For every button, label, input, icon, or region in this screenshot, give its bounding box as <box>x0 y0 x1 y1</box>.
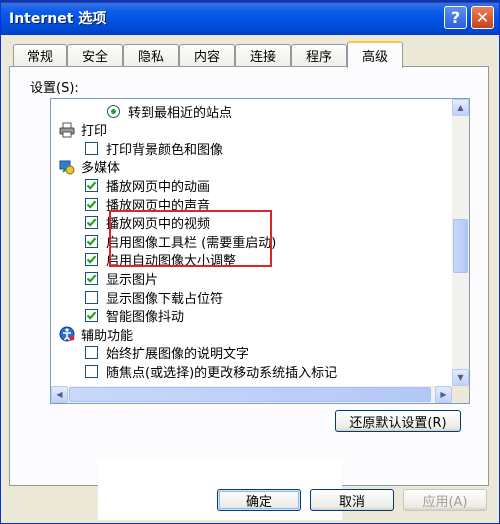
settings-list[interactable]: 转到最相近的站点打印打印背景颜色和图像多媒体播放网页中的动画 播放网页中的声音 播放… <box>50 98 470 404</box>
checkbox-checked[interactable] <box>85 216 98 230</box>
check-mark-icon <box>86 274 97 283</box>
scroll-left-button[interactable]: ◀ <box>51 386 68 403</box>
setting-label: 打印 <box>81 124 108 140</box>
restore-defaults-button[interactable]: 还原默认设置(R) <box>335 410 461 432</box>
vertical-scrollbar[interactable]: ▲ ▼ <box>452 99 469 386</box>
category-printer: 打印 <box>59 121 107 139</box>
close-button[interactable]: ✕ <box>471 6 494 29</box>
checkbox-unchecked[interactable] <box>85 141 98 155</box>
checkbox-unchecked[interactable] <box>85 346 98 360</box>
tab-content[interactable]: 内容 <box>179 44 235 66</box>
radio-button[interactable] <box>107 104 120 118</box>
vertical-scroll-thumb[interactable] <box>453 219 468 273</box>
scroll-right-button[interactable]: ▶ <box>435 386 452 403</box>
setting-radio[interactable]: 转到最相近的站点 <box>107 102 233 121</box>
advanced-panel: 设置(S): 转到最相近的站点打印打印背景颜色和图像多媒体播放网页中的动画 播放网… <box>9 66 489 520</box>
checkbox-unchecked[interactable] <box>85 364 98 378</box>
setting-label: 多媒体 <box>81 161 121 177</box>
setting-label: 显示图片 <box>106 272 159 288</box>
setting-checkbox-row[interactable]: 打印背景颜色和图像 <box>85 139 224 158</box>
ok-button[interactable]: 确定 <box>217 489 301 511</box>
help-button[interactable]: ? <box>444 6 467 29</box>
checkbox-checked[interactable] <box>85 309 98 323</box>
scroll-down-button[interactable]: ▼ <box>452 369 469 386</box>
accessibility-icon <box>59 326 75 342</box>
title-bar[interactable]: Internet 选项 ? ✕ <box>1 1 499 35</box>
check-mark-icon <box>86 255 97 265</box>
setting-label: 播放网页中的视频 <box>106 217 211 233</box>
apply-button[interactable]: 应用(A) <box>403 489 487 511</box>
help-icon: ? <box>450 8 461 27</box>
check-mark-icon <box>86 199 97 209</box>
tab-strip: 常规 安全 隐私 内容 连接 程序 高级 <box>9 41 489 68</box>
setting-checkbox-row[interactable]: 启用图像工具栏 (需要重启动) <box>85 232 277 251</box>
check-mark-icon <box>86 181 97 190</box>
setting-label: 启用自动图像大小调整 <box>106 254 237 270</box>
arrow-up-icon: ▲ <box>457 103 464 112</box>
horizontal-scrollbar[interactable]: ◀ ▶ <box>51 386 452 403</box>
setting-checkbox-row[interactable]: 播放网页中的动画 <box>85 176 211 195</box>
arrow-right-icon: ▶ <box>440 390 447 399</box>
setting-label: 打印背景颜色和图像 <box>106 142 224 158</box>
tab-security[interactable]: 安全 <box>67 44 123 66</box>
horizontal-scroll-thumb[interactable] <box>69 387 431 402</box>
category-accessibility: 辅助功能 <box>59 325 134 344</box>
tab-advanced[interactable]: 高级 <box>347 41 403 68</box>
multimedia-icon <box>59 159 75 175</box>
setting-label: 播放网页中的动画 <box>106 179 211 195</box>
category-multimedia: 多媒体 <box>59 158 120 176</box>
setting-label: 辅助功能 <box>81 328 134 344</box>
setting-label: 启用图像工具栏 (需要重启动) <box>106 235 277 251</box>
check-mark-icon <box>86 218 97 227</box>
setting-label: 智能图像抖动 <box>106 310 185 326</box>
close-icon: ✕ <box>475 8 490 27</box>
checkbox-unchecked[interactable] <box>85 290 98 304</box>
checkbox-checked[interactable] <box>85 234 98 248</box>
setting-checkbox-row[interactable]: 显示图像下载占位符 <box>85 288 224 307</box>
internet-options-dialog: Internet 选项 ? ✕ 常规 安全 隐私 内容 连接 程序 高级 设置(… <box>0 0 500 524</box>
window-title: Internet 选项 <box>9 11 107 27</box>
check-mark-icon <box>86 237 97 246</box>
checkbox-checked[interactable] <box>85 253 98 267</box>
setting-checkbox-row[interactable]: 启用自动图像大小调整 <box>85 251 236 269</box>
scroll-up-button[interactable]: ▲ <box>452 99 469 116</box>
checkbox-checked[interactable] <box>85 178 98 192</box>
arrow-down-icon: ▼ <box>457 373 464 382</box>
checkbox-checked[interactable] <box>85 197 98 211</box>
setting-checkbox-row[interactable]: 随焦点(或选择)的更改移动系统插入标记 <box>85 362 338 381</box>
tab-general[interactable]: 常规 <box>13 44 67 66</box>
printer-icon <box>59 122 75 138</box>
arrow-left-icon: ◀ <box>56 390 63 399</box>
cancel-button[interactable]: 取消 <box>310 489 394 511</box>
setting-checkbox-row[interactable]: 始终扩展图像的说明文字 <box>85 344 249 362</box>
setting-label: 始终扩展图像的说明文字 <box>106 347 250 363</box>
setting-checkbox-row[interactable]: 显示图片 <box>85 269 159 288</box>
setting-label: 播放网页中的声音 <box>106 198 211 214</box>
settings-label: 设置(S): <box>30 81 79 96</box>
setting-checkbox-row[interactable]: 播放网页中的声音 <box>85 195 211 214</box>
setting-checkbox-row[interactable]: 智能图像抖动 <box>85 307 184 325</box>
setting-label: 显示图像下载占位符 <box>106 291 224 307</box>
setting-checkbox-row[interactable]: 播放网页中的视频 <box>85 214 210 232</box>
tab-connections[interactable]: 连接 <box>235 44 291 66</box>
tab-programs[interactable]: 程序 <box>291 44 347 66</box>
tab-privacy[interactable]: 隐私 <box>123 44 179 66</box>
scrollbar-corner <box>452 386 469 403</box>
setting-label: 随焦点(或选择)的更改移动系统插入标记 <box>106 365 338 381</box>
checkbox-checked[interactable] <box>85 271 98 285</box>
check-mark-icon <box>86 311 97 320</box>
setting-label: 转到最相近的站点 <box>128 105 233 121</box>
